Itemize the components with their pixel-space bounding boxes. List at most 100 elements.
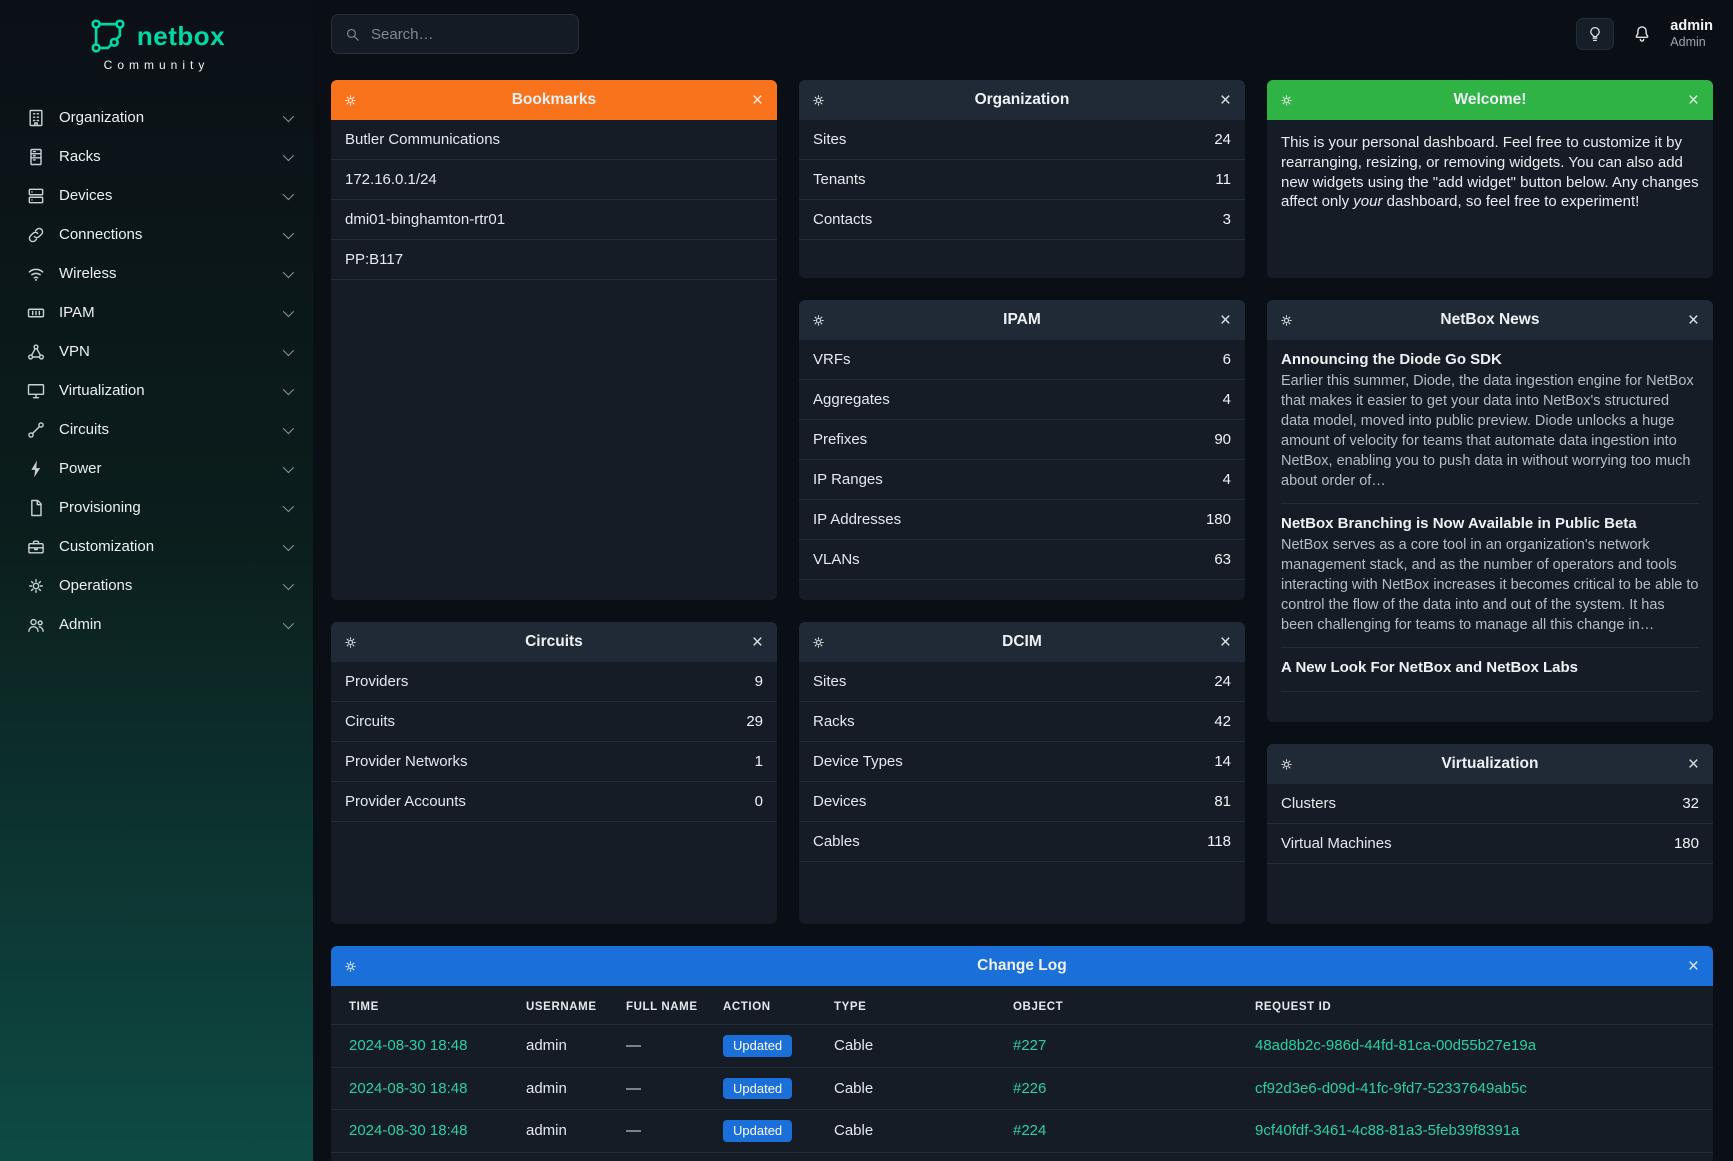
sidebar-item-power[interactable]: Power	[0, 449, 313, 488]
change-log-widget-header: Change Log ×	[331, 946, 1713, 986]
organization-widget-header: Organization ×	[799, 80, 1245, 120]
stat-label[interactable]: Provider Accounts	[345, 793, 466, 810]
stat-label[interactable]: Aggregates	[813, 391, 890, 408]
widget-config-icon[interactable]	[343, 93, 358, 108]
bookmark-item[interactable]: Butler Communications	[331, 120, 777, 160]
widget-config-icon[interactable]	[811, 635, 826, 650]
sidebar-item-organization[interactable]: Organization	[0, 98, 313, 137]
sidebar-item-vpn[interactable]: VPN	[0, 332, 313, 371]
changelog-time-link[interactable]: 2024-08-30 18:48	[349, 1037, 467, 1054]
widget-config-icon[interactable]	[1279, 93, 1294, 108]
action-badge: Updated	[723, 1120, 792, 1142]
sidebar-item-label: Racks	[59, 148, 270, 165]
news-item-title[interactable]: NetBox Branching is Now Available in Pub…	[1281, 515, 1699, 532]
sidebar-item-circuits[interactable]: Circuits	[0, 410, 313, 449]
stat-label[interactable]: Tenants	[813, 171, 866, 188]
sidebar-item-admin[interactable]: Admin	[0, 605, 313, 644]
stat-row: Contacts 3	[799, 200, 1245, 240]
sidebar-item-connections[interactable]: Connections	[0, 215, 313, 254]
stat-label[interactable]: Cables	[813, 833, 860, 850]
changelog-username: admin	[518, 1025, 618, 1068]
stat-label[interactable]: Prefixes	[813, 431, 867, 448]
sidebar-item-provisioning[interactable]: Provisioning	[0, 488, 313, 527]
close-icon[interactable]: ×	[750, 633, 765, 652]
stat-label[interactable]: Racks	[813, 713, 855, 730]
stat-label[interactable]: Devices	[813, 793, 866, 810]
user-menu[interactable]: admin Admin	[1670, 17, 1713, 51]
stat-label[interactable]: Sites	[813, 131, 846, 148]
close-icon[interactable]: ×	[1686, 957, 1701, 976]
sidebar-item-customization[interactable]: Customization	[0, 527, 313, 566]
close-icon[interactable]: ×	[1218, 311, 1233, 330]
changelog-object-link[interactable]: #227	[1013, 1037, 1046, 1054]
bookmark-item[interactable]: 172.16.0.1/24	[331, 160, 777, 200]
chevron-down-icon	[283, 539, 294, 550]
stat-label[interactable]: Provider Networks	[345, 753, 468, 770]
stat-label[interactable]: Circuits	[345, 713, 395, 730]
close-icon[interactable]: ×	[1686, 91, 1701, 110]
stat-label[interactable]: IP Ranges	[813, 471, 883, 488]
changelog-type: Cable	[826, 1152, 1005, 1161]
stat-label[interactable]: IP Addresses	[813, 511, 901, 528]
sidebar-item-virtualization[interactable]: Virtualization	[0, 371, 313, 410]
stat-row: Devices 81	[799, 782, 1245, 822]
bookmark-item[interactable]: dmi01-binghamton-rtr01	[331, 200, 777, 240]
widget-config-icon[interactable]	[1279, 313, 1294, 328]
sidebar-item-racks[interactable]: Racks	[0, 137, 313, 176]
notifications-button[interactable]	[1632, 24, 1652, 44]
stat-row: Prefixes 90	[799, 420, 1245, 460]
sidebar-item-devices[interactable]: Devices	[0, 176, 313, 215]
changelog-object-link[interactable]: #224	[1013, 1122, 1046, 1139]
stat-label[interactable]: Clusters	[1281, 795, 1336, 812]
stat-label[interactable]: VRFs	[813, 351, 851, 368]
close-icon[interactable]: ×	[1686, 755, 1701, 774]
stat-label[interactable]: Contacts	[813, 211, 872, 228]
widget-config-icon[interactable]	[343, 635, 358, 650]
chevron-down-icon	[283, 617, 294, 628]
ipam-widget-header: IPAM ×	[799, 300, 1245, 340]
changelog-username: admin	[518, 1152, 618, 1161]
changelog-time-link[interactable]: 2024-08-30 18:48	[349, 1080, 467, 1097]
sidebar-item-operations[interactable]: Operations	[0, 566, 313, 605]
widget-config-icon[interactable]	[811, 93, 826, 108]
news-item-title[interactable]: Announcing the Diode Go SDK	[1281, 351, 1699, 368]
changelog-request-link[interactable]: 9cf40fdf-3461-4c88-81a3-5feb39f8391a	[1255, 1122, 1519, 1139]
sidebar-item-label: IPAM	[59, 304, 270, 321]
widget-config-icon[interactable]	[811, 313, 826, 328]
chevron-down-icon	[283, 188, 294, 199]
stat-row: Sites 24	[799, 120, 1245, 160]
sidebar-item-label: Circuits	[59, 421, 270, 438]
close-icon[interactable]: ×	[1686, 311, 1701, 330]
changelog-request-link[interactable]: cf92d3e6-d09d-41fc-9fd7-52337649ab5c	[1255, 1080, 1527, 1097]
stat-label[interactable]: Device Types	[813, 753, 903, 770]
changelog-object-link[interactable]: #226	[1013, 1080, 1046, 1097]
welcome-text-italic: your	[1353, 193, 1382, 210]
bookmark-item[interactable]: PP:B117	[331, 240, 777, 280]
stat-label[interactable]: Providers	[345, 673, 408, 690]
stat-label[interactable]: Sites	[813, 673, 846, 690]
widget-config-icon[interactable]	[1279, 757, 1294, 772]
close-icon[interactable]: ×	[750, 91, 765, 110]
stat-row: Provider Accounts 0	[331, 782, 777, 822]
customization-icon	[26, 537, 46, 557]
stat-value: 6	[1223, 351, 1231, 368]
changelog-request-link[interactable]: 48ad8b2c-986d-44fd-81ca-00d55b27e19a	[1255, 1037, 1536, 1054]
changelog-time-link[interactable]: 2024-08-30 18:48	[349, 1122, 467, 1139]
stat-label[interactable]: Virtual Machines	[1281, 835, 1392, 852]
close-icon[interactable]: ×	[1218, 633, 1233, 652]
sidebar-item-wireless[interactable]: Wireless	[0, 254, 313, 293]
close-icon[interactable]: ×	[1218, 91, 1233, 110]
news-item-title[interactable]: A New Look For NetBox and NetBox Labs	[1281, 659, 1699, 676]
stat-label[interactable]: VLANs	[813, 551, 860, 568]
widget-title: Welcome!	[1302, 91, 1678, 109]
operations-icon	[26, 576, 46, 596]
circuits-widget-header: Circuits ×	[331, 622, 777, 662]
search-input[interactable]	[371, 26, 566, 43]
change-log-table: Time Username Full Name Action Type Obje…	[331, 986, 1713, 1161]
brand[interactable]: netbox Community	[0, 16, 313, 72]
sidebar-item-ipam[interactable]: IPAM	[0, 293, 313, 332]
theme-toggle-button[interactable]	[1576, 18, 1614, 50]
stat-row: IP Addresses 180	[799, 500, 1245, 540]
widget-config-icon[interactable]	[343, 959, 358, 974]
welcome-text-part: dashboard, so feel free to experiment!	[1382, 193, 1639, 210]
